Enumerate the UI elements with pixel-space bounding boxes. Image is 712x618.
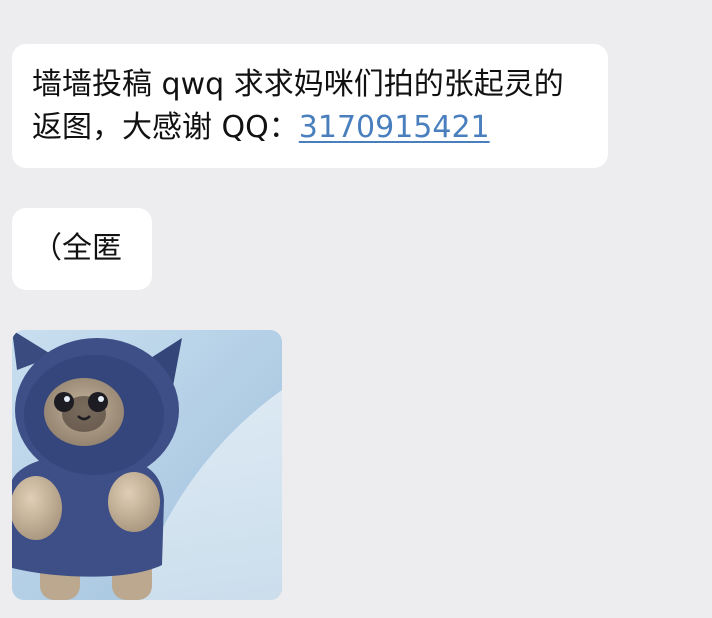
message-bubble-request: 墙墙投稿 qwq 求求妈咪们拍的张起灵的返图，大感谢 QQ：3170915421 [12, 44, 608, 168]
hooded-cat-plush-sticker[interactable] [12, 330, 282, 600]
chat-area: 墙墙投稿 qwq 求求妈咪们拍的张起灵的返图，大感谢 QQ：3170915421… [0, 0, 712, 618]
sticker-image [12, 330, 282, 600]
message-bubble-anonymous: （全匿 [12, 208, 152, 290]
qq-number-link[interactable]: 3170915421 [299, 110, 490, 145]
message-text: （全匿 [32, 231, 122, 266]
